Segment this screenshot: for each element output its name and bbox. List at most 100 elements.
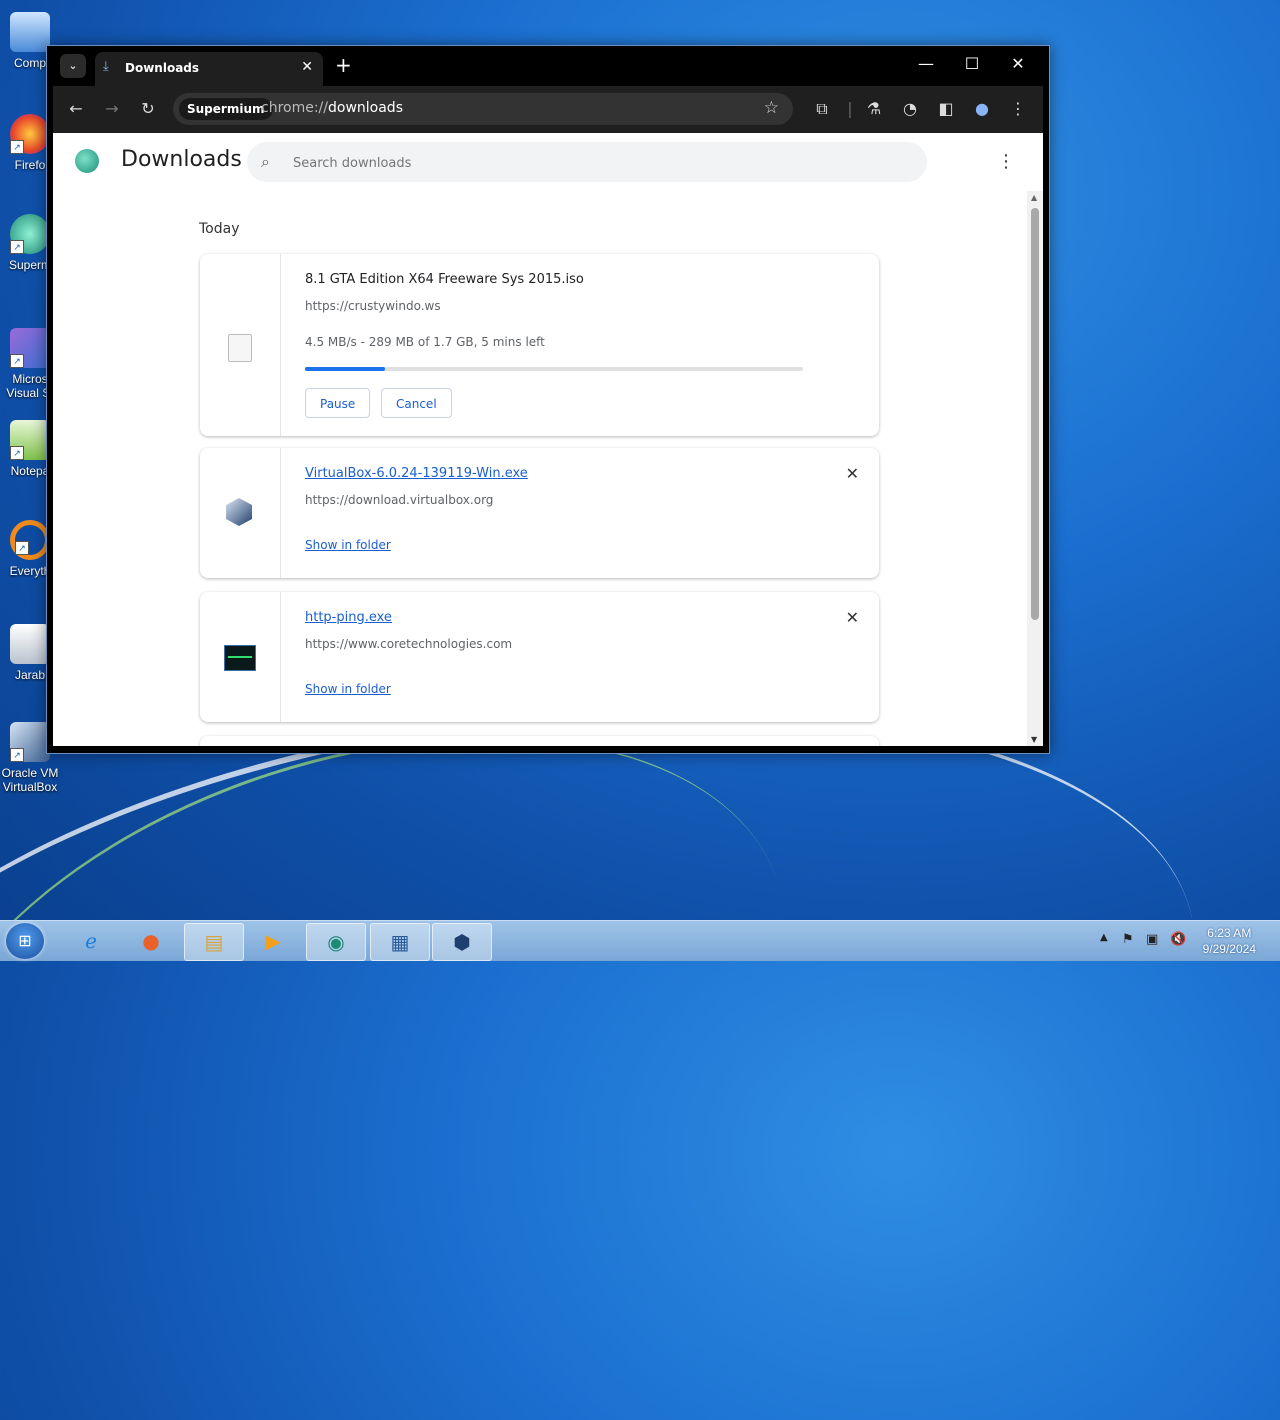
show-in-folder-link[interactable]: Show in folder [305,682,391,696]
performance-icon[interactable]: ◔ [899,99,921,118]
taskbar-firefox[interactable]: ● [122,923,180,959]
windows-logo-icon: ⊞ [18,931,32,950]
url-path: downloads [328,100,403,116]
everything-icon: ↗ [10,520,50,560]
new-tab-button[interactable]: + [335,53,352,77]
taskbar-media-player[interactable]: ▶ [244,923,302,959]
url-scheme: chrome:// [261,100,328,116]
show-hidden-icons-icon[interactable]: ▲ [1100,932,1108,943]
start-button[interactable]: ⊞ [6,923,44,959]
browser-chip[interactable]: Supermium [179,98,273,120]
taskbar: ⊞ ℯ ● ▤ ▶ ◉ ▦ ⬢ ▲ ⚑ ▣ 🔇 6:23 AM 9/29/202… [0,920,1280,961]
more-options-icon[interactable]: ⋮ [997,151,1015,172]
disc-image-file-icon [228,334,252,362]
search-icon: ⌕ [261,152,270,171]
taskbar-virtualbox[interactable]: ⬢ [432,923,492,961]
tab-downloads[interactable]: ⤓ Downloads ✕ [95,52,323,86]
bookmark-star-icon[interactable]: ☆ [764,98,779,118]
desktop-icon-label: Notepa [10,464,50,478]
scroll-down-arrow-icon[interactable]: ▼ [1031,735,1037,744]
taskbar-control-panel[interactable]: ▦ [370,923,430,961]
cancel-button[interactable]: Cancel [381,388,452,418]
control-panel-icon: ▦ [390,930,410,954]
remove-item-close-icon[interactable]: ✕ [846,464,859,483]
taskbar-internet-explorer[interactable]: ℯ [62,923,120,959]
downloads-page: Downloads ⌕ ⋮ Today 8.1 GTA Edition X64 … [53,133,1043,746]
file-icon-column [200,254,281,436]
browser-menu-icon[interactable]: ⋮ [1007,99,1029,118]
address-bar[interactable]: Supermium chrome://downloads ☆ [173,93,793,125]
file-icon-column [200,592,281,722]
tab-strip: ⌄ ⤓ Downloads ✕ + — ☐ ✕ [47,46,1049,86]
pause-button[interactable]: Pause [305,388,371,418]
visual-studio-icon: ↗ [10,328,50,368]
search-input[interactable] [291,152,895,174]
address-url: chrome://downloads [261,100,403,116]
network-icon[interactable]: ▣ [1146,932,1158,947]
remove-item-close-icon[interactable]: ✕ [846,608,859,627]
download-item: 8.1 GTA Edition X64 Freeware Sys 2015.is… [200,254,879,436]
taskbar-supermium[interactable]: ◉ [306,923,366,961]
download-item: http-ping.exe https://www.coretechnologi… [200,592,879,722]
action-center-flag-icon[interactable]: ⚑ [1122,932,1134,947]
download-source-url: https://www.coretechnologies.com [305,637,513,651]
download-source-url: https://crustywindo.ws [305,299,441,313]
tab-search-button[interactable]: ⌄ [60,54,86,78]
folder-icon: ▤ [204,930,224,954]
virtualbox-icon: ↗ [10,722,50,762]
gear-icon [10,624,50,664]
desktop-icon-label: Oracle VM VirtualBox [1,766,59,794]
download-filename-link[interactable]: VirtualBox-6.0.24-139119-Win.exe [305,466,528,481]
download-status: 4.5 MB/s - 289 MB of 1.7 GB, 5 mins left [305,335,545,349]
download-source-url: https://download.virtualbox.org [305,493,494,507]
desktop-icon-label: Comp [13,56,46,70]
system-clock[interactable]: 6:23 AM 9/29/2024 [1203,925,1256,957]
browser-window: ⌄ ⤓ Downloads ✕ + — ☐ ✕ ← → ↻ Supermium … [46,45,1050,754]
desktop-icon-label: Firefo [14,158,46,172]
virtualbox-icon: ⬢ [453,930,471,954]
supermium-logo-icon [75,149,99,173]
forward-arrow-icon[interactable]: → [101,99,123,118]
back-arrow-icon[interactable]: ← [65,99,87,118]
taskbar-explorer[interactable]: ▤ [184,923,244,961]
maximize-button[interactable]: ☐ [957,54,987,73]
media-player-icon: ▶ [265,929,281,953]
close-window-button[interactable]: ✕ [1003,54,1033,73]
firefox-icon: ● [142,929,160,953]
supermium-icon: ↗ [10,214,50,254]
internet-explorer-icon: ℯ [85,929,97,953]
page-title: Downloads [121,147,242,172]
scrollbar-thumb[interactable] [1031,208,1039,620]
profile-avatar-icon[interactable]: ● [971,99,993,118]
scrollbar[interactable]: ▲ ▼ [1027,191,1043,746]
virtualbox-icon [226,498,252,526]
scroll-up-arrow-icon[interactable]: ▲ [1031,193,1037,202]
download-filename: 8.1 GTA Edition X64 Freeware Sys 2015.is… [305,272,584,287]
download-icon: ⤓ [103,59,109,74]
side-panel-icon[interactable]: ◧ [935,99,957,118]
desktop-icon-label: Superm [8,258,52,272]
volume-muted-icon[interactable]: 🔇 [1170,932,1186,947]
browser-toolbar: ← → ↻ Supermium chrome://downloads ☆ ⧉ |… [53,86,1043,133]
downloads-header: Downloads ⌕ ⋮ [53,133,1043,191]
desktop-icon-label: Jarab [14,668,46,682]
extensions-icon[interactable]: ⧉ [811,99,833,119]
notepad-icon: ↗ [10,420,50,460]
ping-monitor-icon [224,645,256,671]
supermium-icon: ◉ [327,930,345,954]
minimize-button[interactable]: — [911,54,941,73]
firefox-icon: ↗ [10,114,50,154]
tab-close-icon[interactable]: ✕ [301,59,313,75]
clock-date: 9/29/2024 [1202,942,1256,956]
clock-time: 6:23 AM [1207,926,1252,940]
download-item-partial [200,736,879,746]
computer-icon [10,12,50,52]
search-box[interactable]: ⌕ [247,142,927,182]
progress-fill [305,367,385,371]
chevron-down-icon: ⌄ [68,59,78,72]
labs-flask-icon[interactable]: ⚗ [863,99,885,118]
date-section-label: Today [199,221,240,237]
reload-icon[interactable]: ↻ [137,99,159,118]
show-in-folder-link[interactable]: Show in folder [305,538,391,552]
download-filename-link[interactable]: http-ping.exe [305,610,392,625]
